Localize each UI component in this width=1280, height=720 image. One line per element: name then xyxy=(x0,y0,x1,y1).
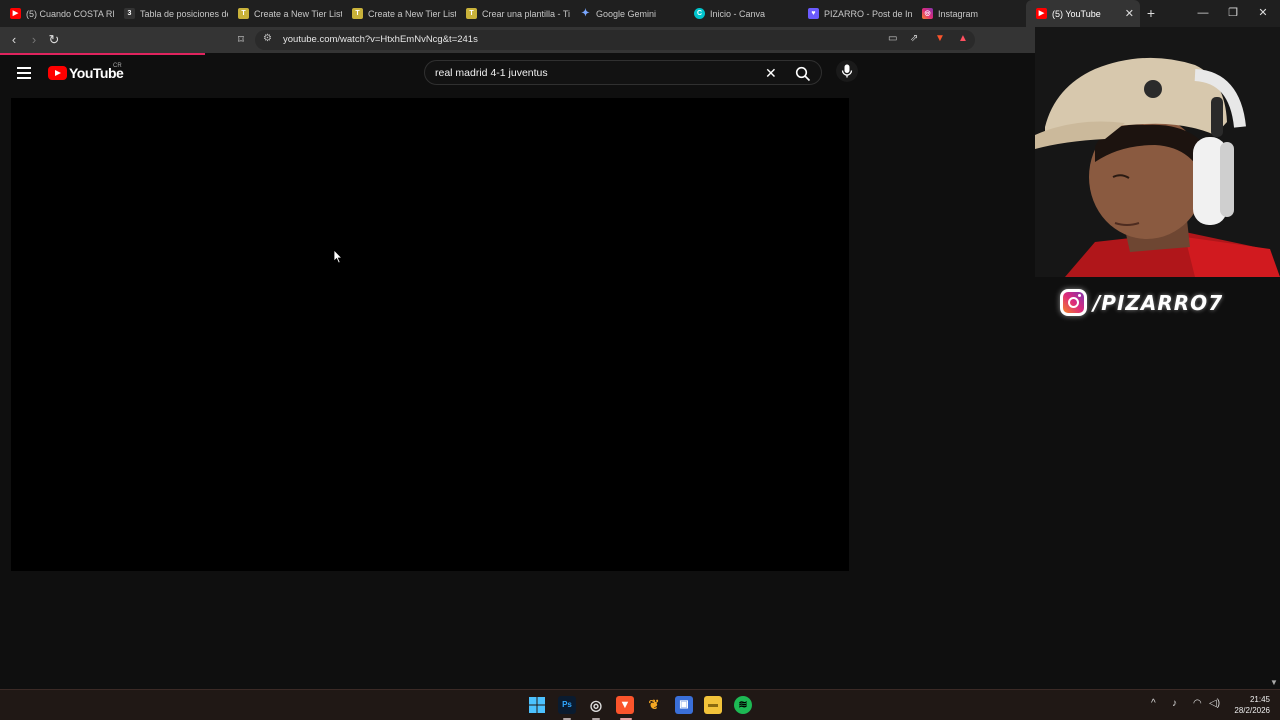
instagram-handle-overlay: /PIZARRO7 xyxy=(1060,289,1223,316)
hamburger-menu-icon[interactable] xyxy=(17,67,31,79)
spotify-icon[interactable]: ≋ xyxy=(734,696,752,714)
clock-date: 28/2/2026 xyxy=(1234,706,1270,715)
tab-title: (5) Cuando COSTA RICA xyxy=(26,8,114,19)
volume-icon[interactable]: ◁) xyxy=(1209,698,1220,709)
browser-tab[interactable]: T Crear una plantilla - Ti xyxy=(456,0,570,27)
tab-title: Google Gemini xyxy=(596,8,657,19)
tab-title: Tabla de posiciones de xyxy=(140,8,228,19)
back-icon[interactable]: ‹ xyxy=(6,32,22,48)
cast-icon[interactable]: ▭ xyxy=(888,33,897,44)
scroll-down-icon[interactable]: ▼ xyxy=(1270,678,1278,687)
minimize-icon[interactable]: — xyxy=(1188,0,1218,27)
reload-icon[interactable]: ↻ xyxy=(46,32,62,48)
windows-taskbar: Ps ◎ ▼ ❦ ▣ ▬ ≋ ^ ♪ ◠ ◁) 21:45 28/2/2026 xyxy=(0,689,1280,720)
browser-tab[interactable]: ♥ PIZARRO - Post de Inst xyxy=(798,0,912,27)
browser-tab[interactable]: T Create a New Tier List xyxy=(228,0,342,27)
clock-time: 21:45 xyxy=(1249,695,1270,704)
url-text[interactable]: youtube.com/watch?v=HtxhEmNvNcg&t=241s xyxy=(283,34,478,45)
file-explorer-icon[interactable]: ▬ xyxy=(704,696,722,714)
browser-tab[interactable]: T Create a New Tier List xyxy=(342,0,456,27)
youtube-masthead: YouTube CR real madrid 4-1 juventus ✕ xyxy=(0,55,1035,95)
tab-title: Inicio - Canva xyxy=(710,8,766,19)
streamer-webcam xyxy=(1035,27,1280,277)
mouse-cursor-icon xyxy=(333,249,343,264)
tab-title: (5) YouTube xyxy=(1052,8,1101,19)
canva-icon: C xyxy=(694,8,705,19)
brave-shields-icon[interactable]: ▼ xyxy=(935,33,945,44)
browser-tab[interactable]: ▶ (5) Cuando COSTA RICA xyxy=(0,0,114,27)
tiermaker-icon: T xyxy=(466,8,477,19)
browser-tab[interactable]: ◎ Instagram xyxy=(912,0,1026,27)
streamer-webcam-image xyxy=(1035,27,1280,277)
browser-tab[interactable]: ✦ Google Gemini xyxy=(570,0,684,27)
tray-microphone-icon[interactable]: ♪ xyxy=(1172,698,1177,709)
forward-icon[interactable]: › xyxy=(26,32,42,48)
browser-tab-strip: ▶ (5) Cuando COSTA RICA 3 Tabla de posic… xyxy=(0,0,1280,27)
365scores-icon: 3 xyxy=(124,8,135,19)
new-tab-button[interactable]: + xyxy=(1140,0,1162,27)
tab-title: Crear una plantilla - Ti xyxy=(482,8,570,19)
youtube-icon: ▶ xyxy=(10,8,21,19)
instagram-icon xyxy=(1060,289,1087,316)
microphone-icon[interactable] xyxy=(836,60,858,82)
search-icon[interactable] xyxy=(795,66,811,82)
instagram-handle: /PIZARRO7 xyxy=(1093,290,1224,315)
photoshop-icon[interactable]: Ps xyxy=(558,696,576,714)
browser-tab-active[interactable]: ▶ (5) YouTube ✕ xyxy=(1026,0,1140,27)
instagram-icon: ◎ xyxy=(922,8,933,19)
browser-toolbar: ‹ › ↻ ⌑ ⚙ youtube.com/watch?v=HtxhEmNvNc… xyxy=(0,27,1035,53)
gemini-icon: ✦ xyxy=(581,8,590,19)
brave-rewards-icon[interactable]: ▲ xyxy=(958,33,968,44)
search-input[interactable]: real madrid 4-1 juventus xyxy=(435,67,548,79)
tab-title: Create a New Tier List xyxy=(254,8,342,19)
search-box[interactable]: real madrid 4-1 juventus ✕ xyxy=(424,60,822,85)
youtube-play-icon xyxy=(48,66,67,80)
tray-chevron-icon[interactable]: ^ xyxy=(1151,698,1156,709)
brave-browser-icon[interactable]: ▼ xyxy=(616,696,634,714)
share-icon[interactable]: ⇗ xyxy=(910,33,918,44)
obs-icon[interactable]: ◎ xyxy=(587,696,605,714)
store-icon[interactable]: ▣ xyxy=(675,696,693,714)
country-code: CR xyxy=(113,63,122,69)
tab-title: Instagram xyxy=(938,8,979,19)
youtube-icon: ▶ xyxy=(1036,8,1047,19)
tab-title: PIZARRO - Post de Inst xyxy=(824,8,912,19)
tab-title: Create a New Tier List xyxy=(368,8,456,19)
browser-tab[interactable]: 3 Tabla de posiciones de xyxy=(114,0,228,27)
bookmark-page-icon[interactable]: ⌑ xyxy=(233,32,249,48)
address-bar[interactable]: ⚙ youtube.com/watch?v=HtxhEmNvNcg&t=241s… xyxy=(255,30,975,50)
clear-search-icon[interactable]: ✕ xyxy=(765,65,777,82)
browser-tab[interactable]: C Inicio - Canva xyxy=(684,0,798,27)
site-settings-icon[interactable]: ⚙ xyxy=(263,33,272,44)
fl-studio-icon[interactable]: ❦ xyxy=(645,696,663,714)
close-tab-icon[interactable]: ✕ xyxy=(1125,7,1134,20)
taskbar-clock[interactable]: 21:45 28/2/2026 xyxy=(1226,694,1270,716)
windows-start-icon[interactable] xyxy=(528,696,546,714)
video-player[interactable] xyxy=(11,98,849,571)
tiermaker-icon: T xyxy=(238,8,249,19)
bookmark-icon: ♥ xyxy=(808,8,819,19)
restore-icon[interactable]: ❐ xyxy=(1218,0,1248,27)
close-window-icon[interactable]: ✕ xyxy=(1248,0,1278,27)
tiermaker-icon: T xyxy=(352,8,363,19)
wifi-icon[interactable]: ◠ xyxy=(1193,698,1202,709)
